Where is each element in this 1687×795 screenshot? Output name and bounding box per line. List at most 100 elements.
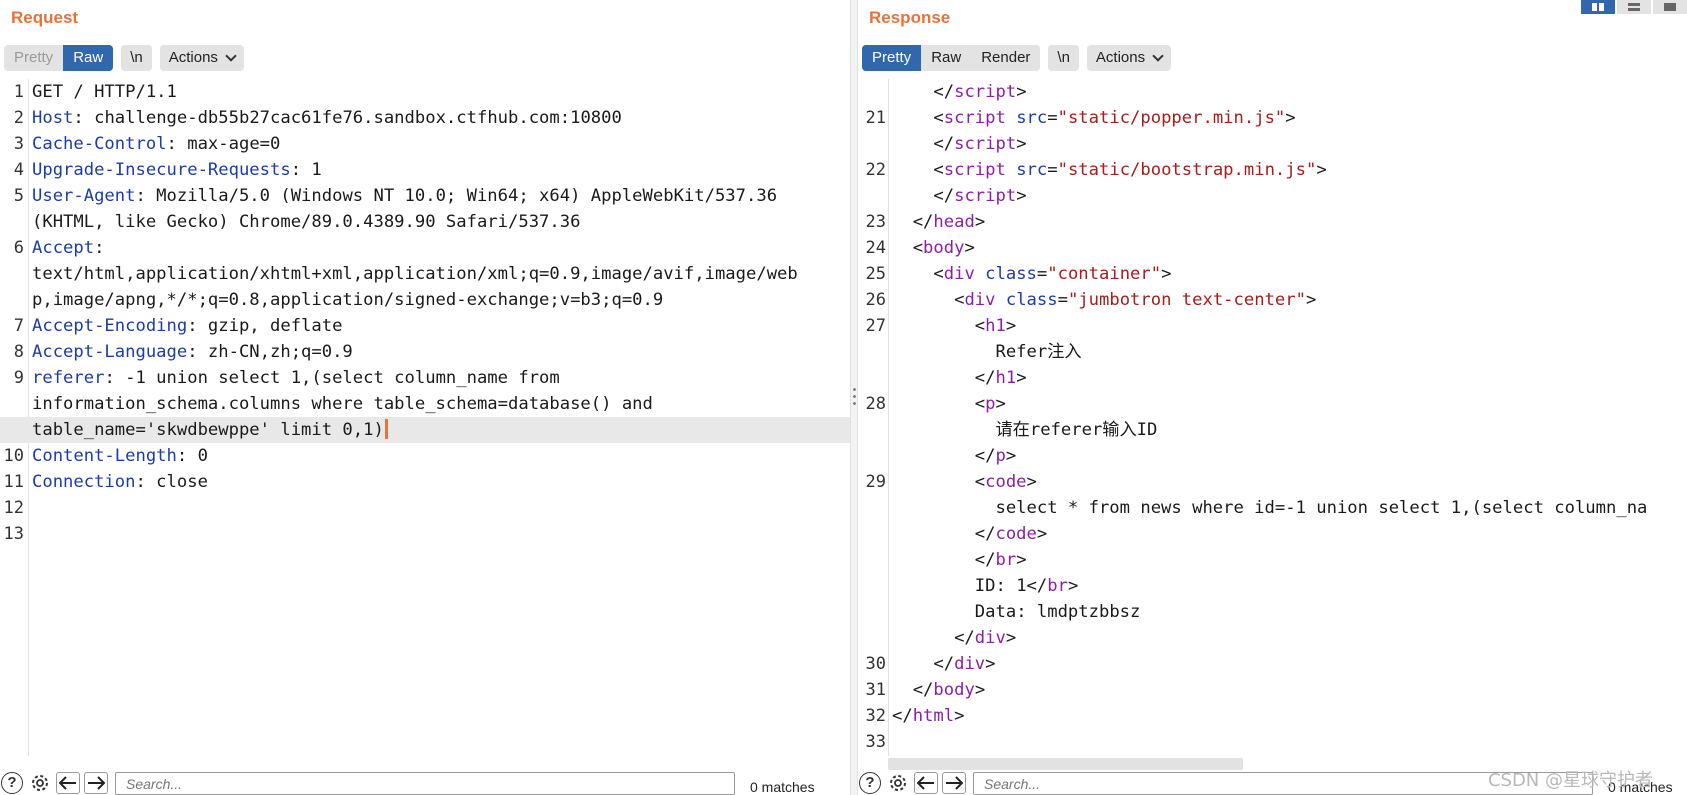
tag-name: html [912,706,955,726]
code-line: ID: 1</br> [974,576,1079,596]
tab-render[interactable]: Render [971,45,1040,71]
code-line: Refer注入 [858,339,1687,365]
code-line: 2 Host: challenge-db55b27cac61fe76.sandbo… [0,105,850,131]
help-button[interactable]: ? [858,772,882,794]
code-line: 4 Upgrade-Insecure-Requests: 1 [0,157,850,183]
previous-match-button[interactable] [56,772,80,794]
text-node: Refer注入 [995,342,1082,362]
text-node: Data: lmdptzbbsz [974,602,1141,622]
tag-name: div [964,290,996,310]
settings-button[interactable] [28,772,52,794]
newline-toggle[interactable]: \n [1048,45,1079,71]
code-line: 请在referer输入ID [858,417,1687,443]
tab-raw[interactable]: Raw [921,45,971,71]
previous-match-button[interactable] [914,772,938,794]
code-line: </h1> [892,368,1027,388]
tab-raw[interactable]: Raw [63,45,114,71]
code-line: 31 </body> [858,677,1687,703]
header-name: Accept-Encoding [32,316,188,336]
match-count: 0 matches [750,779,815,795]
tag-name: script [943,108,1006,128]
code-line: 27 <h1> [858,313,1687,339]
arrow-left-icon [59,776,76,790]
header-value: : challenge-db55b27cac61fe76.sandbox.ctf… [73,108,622,128]
header-value: : gzip, deflate [187,316,343,336]
request-editor[interactable]: 1 GET / HTTP/1.1 2 Host: challenge-db55b27… [0,79,850,756]
help-icon: ? [859,772,881,794]
attribute-value: "static/bootstrap.min.js" [1057,160,1317,180]
request-toolbar: Pretty Raw \n Actions [4,45,252,71]
code-line: 12 [0,495,850,521]
code-line: Data: lmdptzbbsz [858,599,1687,625]
response-title: Response [869,8,951,27]
tabs-icon [1664,3,1676,11]
code-line: select * from news where id=-1 union sel… [858,495,1687,521]
request-title: Request [11,8,79,27]
tab-pretty[interactable]: Pretty [4,45,63,71]
code-line: </script> [892,82,1027,102]
panel-splitter[interactable] [850,0,858,795]
line-number: 8 [13,342,24,362]
code-line: 7 Accept-Encoding: gzip, deflate [0,313,850,339]
line-number: 11 [3,472,24,492]
code-line: </code> [892,524,1048,544]
actions-dropdown[interactable]: Actions [159,45,244,71]
code-line: </div> [892,628,1017,648]
text-node: select * from news where id=-1 union sel… [995,498,1648,518]
request-panel: Request Pretty Raw \n Actions 1 GET / HTT… [0,0,850,795]
text-cursor [384,419,388,439]
actions-dropdown[interactable]: Actions [1086,45,1172,71]
code-line: 32 </html> [858,703,1687,729]
code-line: 33 [858,729,1687,755]
layout-tabs-button[interactable] [1653,0,1687,14]
response-editor[interactable]: </script> 21 <script src="static/popper.… [858,79,1687,756]
layout-rows-button[interactable] [1617,0,1651,14]
next-match-button[interactable] [942,772,966,794]
actions-label: Actions [1095,49,1146,66]
request-search-bar: ? 0 matches [0,772,850,795]
code-line: </br> [892,550,1027,570]
tag-name: script [954,82,1017,102]
response-panel: Response Pretty Raw Render \n Actions </… [858,0,1687,795]
line-number: 2 [13,108,24,128]
tag-name: p [995,446,1006,466]
response-toolbar: Pretty Raw Render \n Actions [862,45,1179,71]
header-name: Accept-Language [32,342,188,362]
code-line: 23 </head> [858,209,1687,235]
header-name: Cache-Control [32,134,167,154]
tag-name: code [995,524,1037,544]
code-line: 8 Accept-Language: zh-CN,zh;q=0.9 [0,339,850,365]
layout-buttons [1579,0,1687,14]
tag-name: br [1047,576,1068,596]
tag-name: br [995,550,1017,570]
columns-icon [1592,3,1604,11]
code-line: 29 <code> [858,469,1687,495]
line-number: 29 [865,472,886,492]
layout-columns-button[interactable] [1581,0,1615,14]
help-button[interactable]: ? [0,772,24,794]
newline-toggle[interactable]: \n [121,45,152,71]
code-line: 26 <div class="jumbotron text-center"> [858,287,1687,313]
next-match-button[interactable] [84,772,108,794]
tag-name: code [985,472,1027,492]
search-input[interactable] [115,772,735,795]
code-line: 5 User-Agent: Mozilla/5.0 (Windows NT 10.… [0,183,850,209]
tab-pretty[interactable]: Pretty [862,45,922,71]
horizontal-scrollbar[interactable] [888,758,1243,770]
request-view-tabs: Pretty Raw [4,45,114,71]
settings-button[interactable] [886,772,910,794]
line-number: 32 [865,706,886,726]
header-value: p,image/apng,*/*;q=0.8,application/signe… [32,290,664,310]
actions-label: Actions [168,49,218,66]
code-line: 21 <script src="static/popper.min.js"> [858,105,1687,131]
line-number: 9 [13,368,24,388]
header-value: : close [135,472,208,492]
header-value: : Mozilla/5.0 (Windows NT 10.0; Win64; x… [135,186,778,206]
line-number: 23 [865,212,886,232]
line-number: 26 [865,290,886,310]
code-line: 3 Cache-Control: max-age=0 [0,131,850,157]
line-number: 22 [865,160,886,180]
gear-icon [890,775,906,791]
code-line: text/html,application/xhtml+xml,applicat… [0,261,850,287]
header-name: Content-Length [32,446,177,466]
